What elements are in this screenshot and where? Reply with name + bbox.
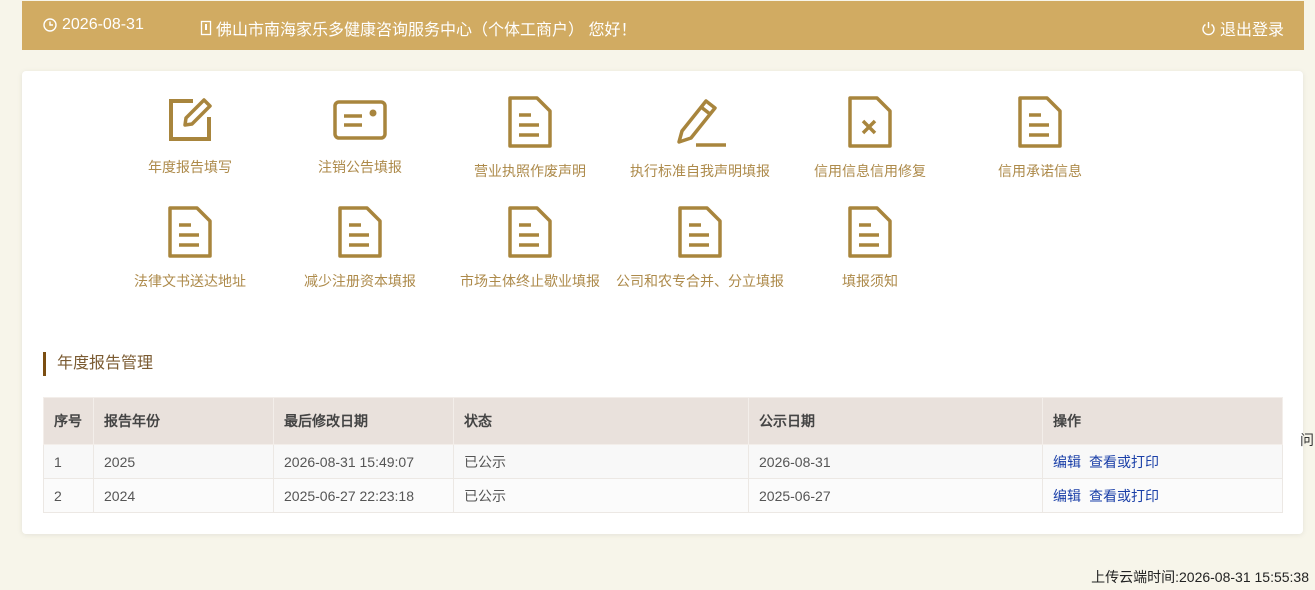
help-tab[interactable]: 问 <box>1300 430 1314 450</box>
power-icon <box>1201 21 1216 36</box>
header-greeting: 佛山市南海家乐多健康咨询服务中心（个体工商户） 您好！ <box>200 16 636 40</box>
tile-capital-reduction[interactable]: 减少注册资本填报 <box>275 205 445 291</box>
clock-icon <box>43 18 57 32</box>
main-card: 年度报告填写 注销公告填报 营业执照作废声明 执行标准自我声明填报 信用信息信用… <box>22 71 1303 534</box>
cell-no: 2 <box>43 478 94 513</box>
tile-label: 年度报告填写 <box>148 159 232 175</box>
top-bar: 2026-08-31 佛山市南海家乐多健康咨询服务中心（个体工商户） 您好！ 退… <box>22 1 1304 50</box>
col-header-year: 报告年份 <box>93 397 274 445</box>
tile-filing-notice[interactable]: 填报须知 <box>785 205 955 291</box>
table-row: 1 2025 2026-08-31 15:49:07 已公示 2026-08-3… <box>43 444 1283 479</box>
tile-standard-declaration[interactable]: 执行标准自我声明填报 <box>615 95 785 181</box>
document-icon <box>785 205 955 259</box>
cell-publish-date: 2025-06-27 <box>748 478 1043 513</box>
cell-modified: 2026-08-31 15:49:07 <box>273 444 454 479</box>
table-header-row: 序号 报告年份 最后修改日期 状态 公示日期 操作 <box>43 397 1283 445</box>
tile-termination[interactable]: 市场主体终止歇业填报 <box>445 205 615 291</box>
tile-cancellation-notice[interactable]: 注销公告填报 <box>275 95 445 177</box>
document-icon <box>615 205 785 259</box>
cell-actions: 编辑 查看或打印 <box>1042 444 1283 479</box>
cell-modified: 2025-06-27 22:23:18 <box>273 478 454 513</box>
tile-label: 注销公告填报 <box>318 159 402 175</box>
tile-label: 市场主体终止歇业填报 <box>460 273 600 289</box>
cell-status: 已公示 <box>453 444 749 479</box>
cell-actions: 编辑 查看或打印 <box>1042 478 1283 513</box>
logout-button[interactable]: 退出登录 <box>1201 16 1284 40</box>
document-icon <box>445 95 615 149</box>
tile-label: 填报须知 <box>842 273 898 289</box>
tile-label: 执行标准自我声明填报 <box>630 163 770 179</box>
cell-year: 2024 <box>93 478 274 513</box>
tile-legal-address[interactable]: 法律文书送达地址 <box>105 205 275 291</box>
edit-icon <box>105 95 275 145</box>
col-header-status: 状态 <box>453 397 749 445</box>
document-icon <box>445 205 615 259</box>
cell-no: 1 <box>43 444 94 479</box>
view-print-link[interactable]: 查看或打印 <box>1089 488 1159 504</box>
tile-label: 法律文书送达地址 <box>134 273 246 289</box>
document-icon <box>275 205 445 259</box>
tile-label: 减少注册资本填报 <box>304 273 416 289</box>
document-x-icon <box>785 95 955 149</box>
cell-status: 已公示 <box>453 478 749 513</box>
col-header-actions: 操作 <box>1042 397 1283 445</box>
tile-credit-commitment[interactable]: 信用承诺信息 <box>955 95 1125 181</box>
pencil-icon <box>615 95 785 149</box>
tile-label: 营业执照作废声明 <box>474 163 586 179</box>
tile-label: 信用信息信用修复 <box>814 163 926 179</box>
col-header-no: 序号 <box>43 397 94 445</box>
col-header-modified: 最后修改日期 <box>273 397 454 445</box>
table-row: 2 2024 2025-06-27 22:23:18 已公示 2025-06-2… <box>43 478 1283 513</box>
edit-link[interactable]: 编辑 <box>1053 488 1081 504</box>
edit-link[interactable]: 编辑 <box>1053 454 1081 470</box>
view-print-link[interactable]: 查看或打印 <box>1089 454 1159 470</box>
annual-report-table: 序号 报告年份 最后修改日期 状态 公示日期 操作 1 2025 2026-08… <box>43 397 1283 513</box>
cell-publish-date: 2026-08-31 <box>748 444 1043 479</box>
tile-annual-report[interactable]: 年度报告填写 <box>105 95 275 177</box>
door-icon <box>200 20 212 36</box>
upload-time: 上传云端时间:2026-08-31 15:55:38 <box>1091 569 1309 585</box>
tile-label: 信用承诺信息 <box>998 163 1082 179</box>
section-title: 年度报告管理 <box>43 352 153 376</box>
col-header-publish-date: 公示日期 <box>748 397 1043 445</box>
card-icon <box>275 95 445 145</box>
tile-merger-split[interactable]: 公司和农专合并、分立填报 <box>615 205 785 291</box>
tile-label: 公司和农专合并、分立填报 <box>616 273 784 289</box>
tile-credit-repair[interactable]: 信用信息信用修复 <box>785 95 955 181</box>
tile-license-void[interactable]: 营业执照作废声明 <box>445 95 615 181</box>
cell-year: 2025 <box>93 444 274 479</box>
document-icon <box>955 95 1125 149</box>
header-date: 2026-08-31 <box>43 16 144 34</box>
document-icon <box>105 205 275 259</box>
